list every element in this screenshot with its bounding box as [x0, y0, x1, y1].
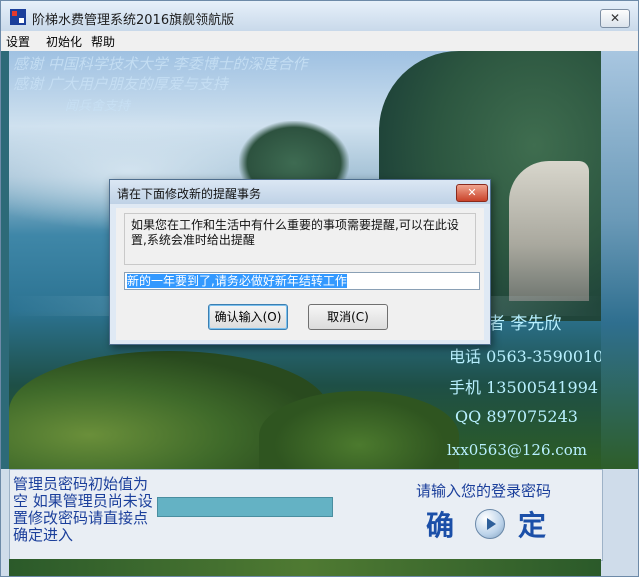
dialog-title-bar: 请在下面修改新的提醒事务 ✕ — [110, 180, 490, 204]
confirm-input-button[interactable]: 确认输入(O) — [208, 304, 288, 330]
left-border — [1, 51, 9, 469]
menu-settings[interactable]: 设置 — [6, 33, 30, 50]
menu-bar: 设置 初始化 帮助 — [1, 31, 638, 51]
cancel-button[interactable]: 取消(C) — [308, 304, 388, 330]
confirm-char-2: 定 — [518, 509, 547, 542]
app-logo-icon — [10, 9, 26, 25]
login-prompt: 请输入您的登录密码 — [416, 482, 552, 500]
title-bar: 阶梯水费管理系统2016旗舰领航版 ✕ — [1, 1, 638, 31]
dialog-body: 如果您在工作和生活中有什么重要的事项需要提醒,可以在此设置,系统会准时给出提醒 … — [116, 208, 484, 340]
login-panel: 管理员密码初始值为空 如果管理员尚未设置修改密码请直接点确定进入 请输入您的登录… — [9, 469, 603, 561]
right-border — [601, 51, 638, 469]
menu-help[interactable]: 帮助 — [91, 33, 115, 50]
bottom-decoration — [9, 559, 601, 576]
qq-text: QQ 897075243 — [455, 407, 578, 426]
reminder-input-value: 新的一年要到了,请务必做好新年结转工作 — [127, 274, 347, 288]
dialog-close-button[interactable]: ✕ — [456, 184, 488, 202]
email-text: lxx0563@126.com — [447, 441, 587, 459]
mobile-text: 手机 13500541994 — [449, 378, 599, 397]
reminder-input[interactable]: 新的一年要到了,请务必做好新年结转工作 — [124, 272, 480, 290]
window-title: 阶梯水费管理系统2016旗舰领航版 — [32, 13, 235, 28]
thanks-line-3: 闻兵舍支持 — [65, 99, 131, 114]
main-window: 阶梯水费管理系统2016旗舰领航版 ✕ 设置 初始化 帮助 感谢 中国科学技术大… — [0, 0, 639, 577]
reminder-dialog: 请在下面修改新的提醒事务 ✕ 如果您在工作和生活中有什么重要的事项需要提醒,可以… — [109, 179, 491, 345]
window-close-button[interactable]: ✕ — [600, 9, 630, 28]
play-icon[interactable] — [475, 509, 505, 539]
thanks-line-1: 感谢 中国科学技术大学 李委博士的深度合作 — [13, 55, 308, 73]
password-hint: 管理员密码初始值为空 如果管理员尚未设置修改密码请直接点确定进入 — [13, 475, 153, 544]
thanks-line-2: 感谢 广大用户朋友的厚爱与支持 — [13, 75, 228, 93]
dialog-message: 如果您在工作和生活中有什么重要的事项需要提醒,可以在此设置,系统会准时给出提醒 — [124, 213, 476, 265]
password-input[interactable] — [157, 497, 333, 517]
dialog-title: 请在下面修改新的提醒事务 — [117, 187, 262, 201]
confirm-char-1: 确 — [426, 509, 455, 542]
confirm-login-button[interactable]: 确 定 — [410, 502, 570, 546]
menu-initialize[interactable]: 初始化 — [46, 33, 82, 50]
phone-text: 电话 0563-3590010 — [449, 347, 601, 366]
